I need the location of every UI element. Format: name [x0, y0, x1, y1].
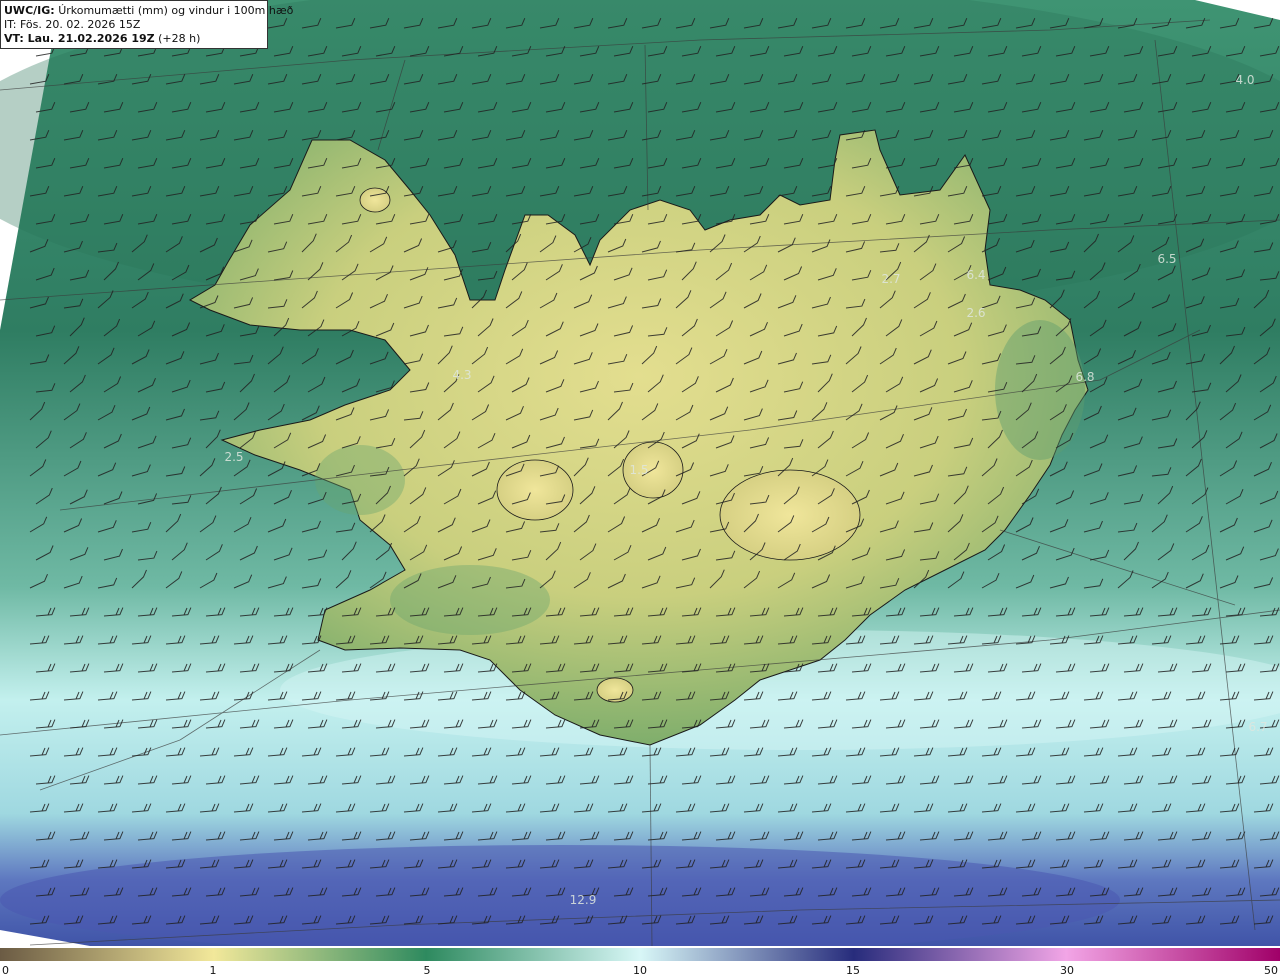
legend-tick-label: 30 [1060, 964, 1074, 977]
lowland-shade [315, 445, 405, 515]
map-value-label: 6.5 [1157, 252, 1176, 266]
legend-tick-label: 0 [2, 964, 9, 977]
glacier-drangajokull [359, 187, 391, 213]
forecast-offset: (+28 h) [158, 32, 201, 45]
map-value-label: 6.8 [1075, 370, 1094, 384]
map-value-label: 4.0 [1235, 73, 1254, 87]
legend-tick-label: 10 [633, 964, 647, 977]
glacier-vatnajokull [719, 469, 861, 561]
init-time: IT: Fös. 20. 02. 2026 15Z [4, 18, 141, 31]
map-title: Úrkomumætti (mm) og vindur i 100m hæð [58, 4, 294, 17]
map-value-label: 4.3 [452, 368, 471, 382]
legend-tick-label: 1 [209, 964, 217, 977]
map-value-label: 2.6 [966, 306, 985, 320]
map-value-label: 12.9 [570, 893, 597, 907]
legend-tick-label: 5 [423, 964, 431, 977]
map-value-label: 6.7 [1248, 720, 1267, 734]
map-value-label: 1.5 [629, 463, 648, 477]
precipitation-map[interactable]: 4.0 6.5 2.7 6.4 2.6 6.8 4.3 2.5 1.5 6.7 12.9 [0, 0, 1280, 946]
map-value-label: 2.5 [224, 450, 243, 464]
legend-tick-label: 50 [1264, 964, 1278, 977]
lowland-shade [995, 320, 1085, 460]
valid-time: VT: Lau. 21.02.2026 19Z [4, 32, 155, 45]
map-value-label: 6.4 [966, 268, 985, 282]
glacier-langjokull [496, 459, 574, 521]
glacier-myrdalsjokull [596, 677, 634, 703]
map-info-box: UWC/IG: Úrkomumætti (mm) og vindur i 100… [0, 0, 293, 49]
lowland-shade [390, 565, 550, 635]
model-label: UWC/IG: [4, 4, 55, 17]
map-value-label: 2.7 [881, 272, 900, 286]
legend-color-bar [0, 948, 1280, 961]
color-legend: 0 1 5 10 15 30 50 [0, 946, 1280, 978]
legend-tick-label: 15 [846, 964, 860, 977]
